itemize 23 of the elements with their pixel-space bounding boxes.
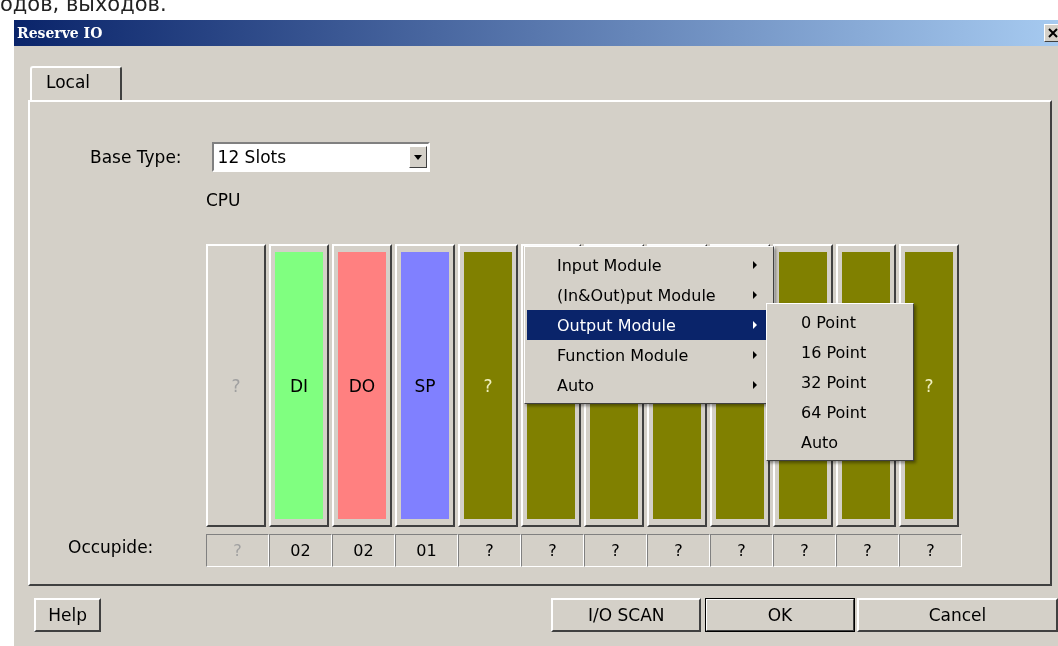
occupied-cell: ? <box>458 534 521 567</box>
slot-label: ? <box>924 375 934 396</box>
occupied-cell: 02 <box>332 534 395 567</box>
occupied-cell: 02 <box>269 534 332 567</box>
occupied-cell: ? <box>206 534 269 567</box>
slot-label: DO <box>348 375 376 396</box>
slot-label: DI <box>289 375 309 396</box>
window-title: Reserve IO <box>17 25 103 41</box>
slot-label: ? <box>231 375 241 396</box>
cpu-label: CPU <box>206 190 242 212</box>
occupied-label: Occupide: <box>67 537 155 557</box>
slot-label: ? <box>483 375 493 396</box>
occupied-cell: ? <box>773 534 836 567</box>
base-type-label: Base Type: <box>90 147 182 167</box>
slot-label: SP <box>414 375 436 396</box>
occupied-cell: 01 <box>395 534 458 567</box>
occupied-cell: ? <box>647 534 710 567</box>
occupied-cell: ? <box>710 534 773 567</box>
occupied-cell: ? <box>521 534 584 567</box>
occupied-cell: ? <box>584 534 647 567</box>
occupied-cell: ? <box>899 534 962 567</box>
caption-text: одов, выходов. <box>0 0 167 16</box>
occupied-cell: ? <box>836 534 899 567</box>
